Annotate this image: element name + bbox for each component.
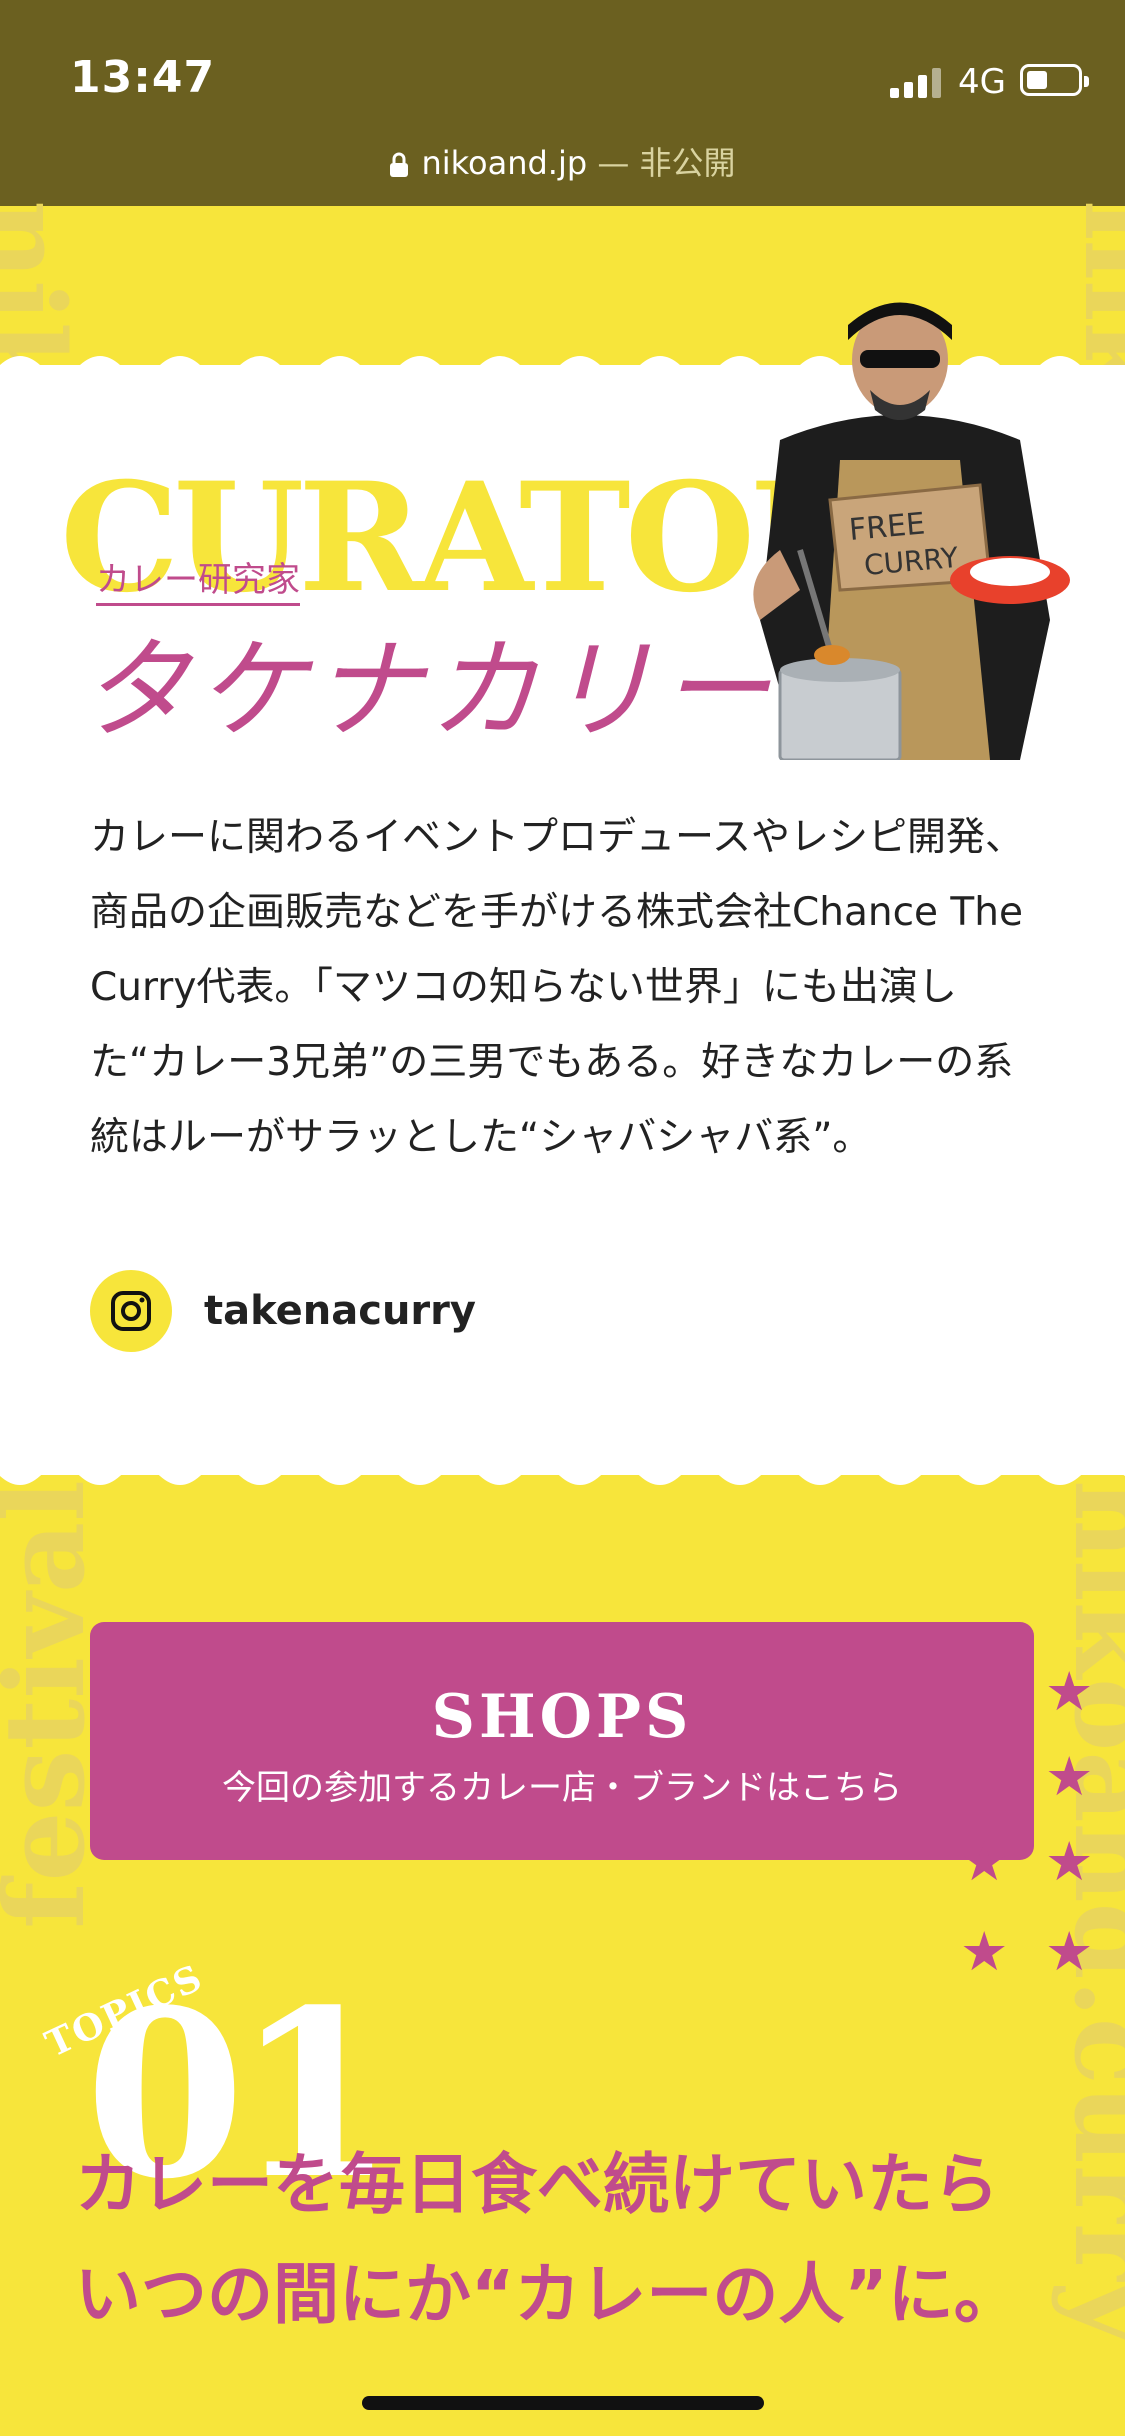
star-icon: ★ — [960, 1830, 1009, 1893]
home-indicator[interactable] — [362, 2396, 764, 2410]
instagram-icon — [90, 1270, 172, 1352]
topic-headline-line2: いつの間にか“カレーの人”に。 — [75, 2256, 1020, 2333]
wave-divider-bottom — [0, 1458, 1125, 1485]
status-time: 13:47 — [70, 52, 216, 103]
star-icon: ★ — [960, 1920, 1009, 1983]
star-icon: ★ — [1045, 1660, 1094, 1723]
url-visibility: — 非公開 — [597, 144, 736, 182]
instagram-link[interactable]: takenacurry — [90, 1270, 476, 1352]
network-type: 4G — [958, 62, 1006, 102]
status-bar: 13:47 4G nikoand.jp — 非公開 — [0, 0, 1125, 206]
curator-bio: カレーに関わるイベントプロデュースやレシピ開発、商品の企画販売などを手がける株式… — [90, 815, 1025, 1160]
address-bar[interactable]: nikoand.jp — 非公開 — [0, 138, 1125, 184]
photo-sign-text: FREE — [848, 506, 927, 547]
lock-icon — [390, 152, 409, 177]
star-icon: ★ — [1045, 1830, 1094, 1893]
url-domain: nikoand.jp — [421, 144, 588, 182]
battery-icon — [1020, 64, 1089, 96]
curator-role: カレー研究家 — [96, 552, 300, 606]
cellular-signal-icon — [890, 62, 941, 98]
curator-name: タケナカリー — [80, 626, 776, 754]
topic-headline-line1: カレーを毎日食べ続けていたら — [75, 2146, 999, 2223]
shops-button[interactable]: SHOPS 今回の参加するカレー店・ブランドはこちら — [90, 1622, 1034, 1860]
instagram-handle: takenacurry — [204, 1288, 476, 1334]
star-icon: ★ — [1045, 1920, 1094, 1983]
shops-subtitle: 今回の参加するカレー店・ブランドはこちら — [222, 1768, 902, 1808]
star-icon: ★ — [1045, 1745, 1094, 1808]
topic-headline: カレーを毎日食べ続けていたら いつの間にか“カレーの人”に。 — [75, 2130, 1075, 2350]
shops-title: SHOPS — [431, 1682, 693, 1752]
curator-photo: FREE CURRY — [753, 302, 1070, 760]
